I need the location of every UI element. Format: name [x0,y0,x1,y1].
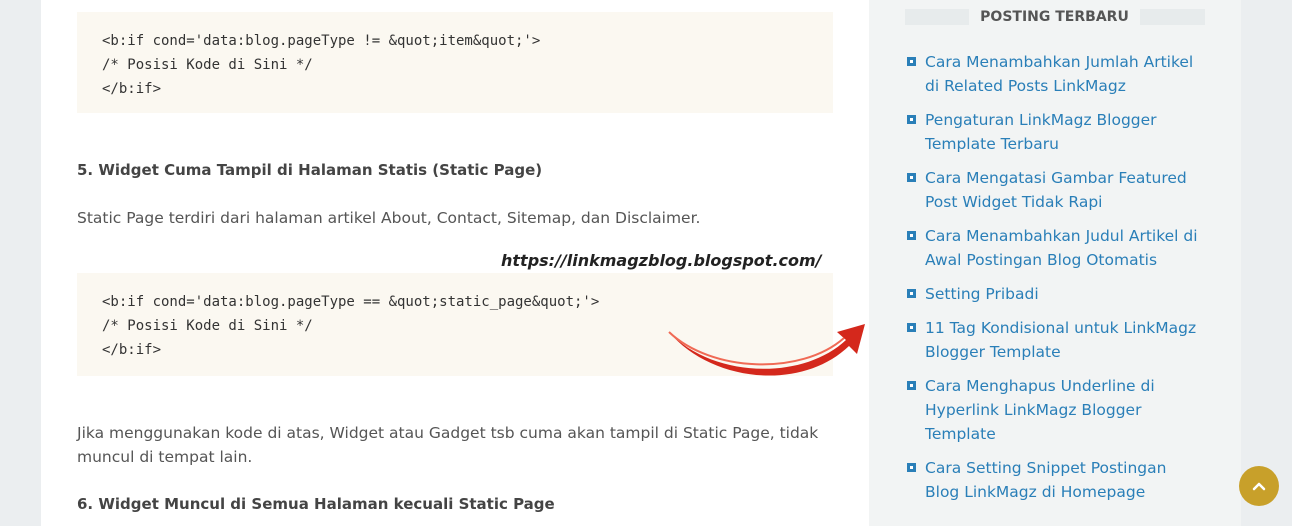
square-bullet-icon [907,381,916,390]
list-item: Cara Setting Snippet Postingan Blog Link… [905,456,1205,504]
watermark-url: https://linkmagzblog.blogspot.com/ [501,251,822,270]
post-link[interactable]: Cara Menambahkan Jumlah Artikel di Relat… [925,50,1205,98]
section-heading: 6. Widget Muncul di Semua Halaman kecual… [77,495,555,513]
paragraph: Jika menggunakan kode di atas, Widget at… [77,424,819,466]
chevron-up-icon [1252,482,1266,491]
list-item: Cara Menambahkan Jumlah Artikel di Relat… [905,50,1205,98]
red-curved-arrow-icon [668,324,865,376]
widget-title-bar: POSTING TERBARU [905,6,1205,28]
square-bullet-icon [907,289,916,298]
sidebar: POSTING TERBARU Cara Menambahkan Jumlah … [869,0,1241,526]
paragraph: Static Page terdiri dari halaman artikel… [77,209,701,227]
post-link[interactable]: Pengaturan LinkMagz Blogger Template Ter… [925,108,1205,156]
code-line: </b:if> [102,81,162,97]
recent-posts-list: Cara Menambahkan Jumlah Artikel di Relat… [905,50,1205,514]
post-link[interactable]: 11 Tag Kondisional untuk LinkMagz Blogge… [925,316,1205,364]
code-line: /* Posisi Kode di Sini */ [102,57,313,73]
list-item: Pengaturan LinkMagz Blogger Template Ter… [905,108,1205,156]
square-bullet-icon [907,173,916,182]
list-item: Setting Pribadi [905,282,1205,306]
list-item: Cara Mengatasi Gambar Featured Post Widg… [905,166,1205,214]
list-item: Cara Menambahkan Judul Artikel di Awal P… [905,224,1205,272]
square-bullet-icon [907,463,916,472]
section-heading: 5. Widget Cuma Tampil di Halaman Statis … [77,161,543,179]
post-link[interactable]: Cara Setting Snippet Postingan Blog Link… [925,456,1205,504]
list-item: 11 Tag Kondisional untuk LinkMagz Blogge… [905,316,1205,364]
scroll-to-top-button[interactable] [1239,466,1279,506]
article-content: <b:if cond='data:blog.pageType != &quot;… [41,0,869,526]
square-bullet-icon [907,115,916,124]
code-line: <b:if cond='data:blog.pageType == &quot;… [102,294,600,310]
code-block: <b:if cond='data:blog.pageType != &quot;… [77,12,833,113]
widget-title: POSTING TERBARU [969,6,1140,28]
post-link[interactable]: Cara Menambahkan Judul Artikel di Awal P… [925,224,1205,272]
post-link[interactable]: Cara Menghapus Underline di Hyperlink Li… [925,374,1205,446]
square-bullet-icon [907,323,916,332]
post-link[interactable]: Cara Mengatasi Gambar Featured Post Widg… [925,166,1205,214]
square-bullet-icon [907,231,916,240]
code-line: <b:if cond='data:blog.pageType != &quot;… [102,33,541,49]
post-link[interactable]: Setting Pribadi [925,282,1205,306]
square-bullet-icon [907,57,916,66]
list-item: Cara Menghapus Underline di Hyperlink Li… [905,374,1205,446]
